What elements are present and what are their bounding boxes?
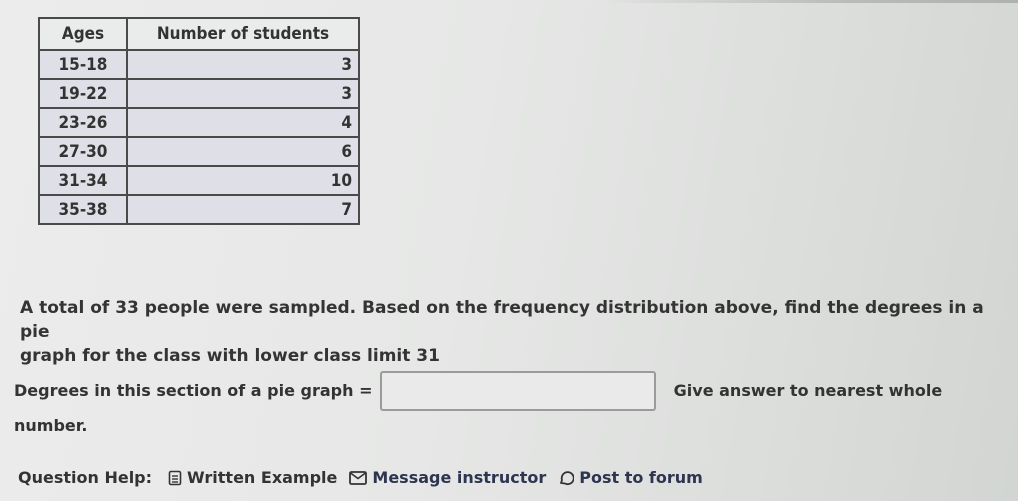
post-to-forum-link[interactable]: Post to forum (558, 468, 703, 487)
speech-bubble-icon (558, 470, 575, 486)
header-ages: Ages (38, 17, 128, 51)
cell-count: 3 (126, 78, 360, 109)
cell-ages: 35-38 (38, 194, 128, 225)
table-row: 31-34 10 (38, 165, 360, 196)
cell-count: 10 (126, 165, 360, 196)
written-example-link[interactable]: Written Example (168, 468, 337, 487)
question-help-label: Question Help: (18, 468, 153, 487)
answer-row: Degrees in this section of a pie graph =… (14, 371, 1004, 435)
table-row: 35-38 7 (38, 194, 360, 225)
table-row: 27-30 6 (38, 136, 360, 167)
top-edge-line (600, 0, 1018, 3)
cell-ages: 15-18 (38, 49, 128, 80)
envelope-icon (349, 470, 368, 485)
cell-ages: 31-34 (38, 165, 128, 196)
message-instructor-link[interactable]: Message instructor (349, 468, 546, 487)
post-to-forum-label: Post to forum (579, 468, 703, 487)
message-instructor-label: Message instructor (372, 468, 547, 487)
table-header-row: Ages Number of students (38, 17, 360, 51)
table-row: 19-22 3 (38, 78, 360, 109)
cell-count: 7 (126, 194, 360, 225)
table-row: 15-18 3 (38, 49, 360, 80)
frequency-table: Ages Number of students 15-18 3 19-22 3 … (38, 17, 360, 225)
cell-count: 3 (126, 49, 360, 80)
answer-note-continued: number. (14, 416, 88, 435)
answer-input[interactable] (380, 371, 657, 411)
cell-count: 4 (126, 107, 360, 138)
cell-ages: 19-22 (38, 78, 128, 109)
cell-ages: 23-26 (38, 107, 128, 138)
question-line-1: A total of 33 people were sampled. Based… (20, 298, 984, 342)
question-help-bar: Question Help: Written Example Message i… (18, 468, 715, 487)
question-line-2: graph for the class with lower class lim… (20, 346, 440, 366)
cell-ages: 27-30 (38, 136, 128, 167)
written-example-label: Written Example (187, 468, 338, 487)
question-text: A total of 33 people were sampled. Based… (20, 296, 1010, 368)
table-row: 23-26 4 (38, 107, 360, 138)
header-number-of-students: Number of students (126, 17, 360, 51)
answer-label: Degrees in this section of a pie graph = (14, 381, 373, 400)
document-icon (168, 470, 182, 486)
cell-count: 6 (126, 136, 360, 167)
answer-note: Give answer to nearest whole (673, 381, 943, 400)
